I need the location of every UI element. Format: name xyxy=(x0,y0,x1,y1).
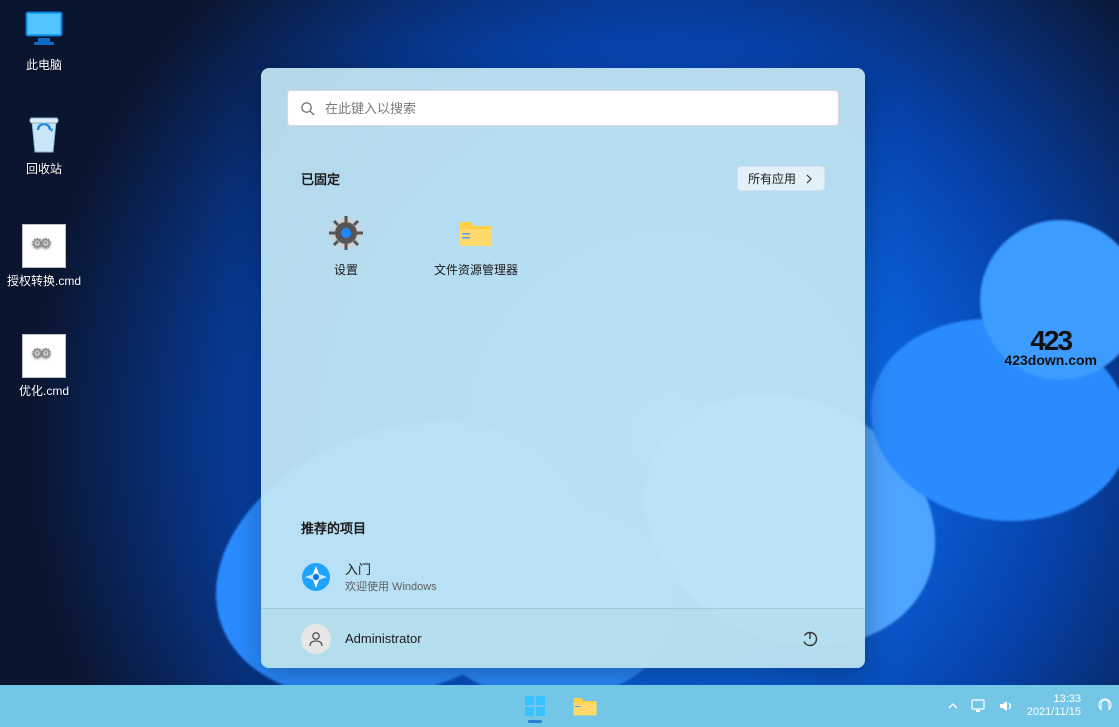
pinned-item-file-explorer[interactable]: 文件资源管理器 xyxy=(431,215,521,278)
search-box[interactable] xyxy=(287,90,839,126)
pinned-item-label: 设置 xyxy=(334,261,358,278)
taskbar-start-button[interactable] xyxy=(515,686,555,726)
desktop-icon-label: 授权转换.cmd xyxy=(7,272,81,289)
desktop-icon-label: 此电脑 xyxy=(26,56,62,73)
desktop-icon-cmd2[interactable]: 优化.cmd xyxy=(6,334,82,399)
all-apps-label: 所有应用 xyxy=(748,170,796,187)
tray-overflow-button[interactable] xyxy=(947,700,959,712)
desktop: 此电脑 回收站 授权转换.cmd 优化.cmd 423 423down.com … xyxy=(0,0,1119,727)
desktop-icon-label: 优化.cmd xyxy=(19,382,69,399)
watermark-line2: 423down.com xyxy=(1004,352,1097,368)
start-menu: 已固定 所有应用 设置 文件资源管理器 xyxy=(261,68,865,668)
recommended-header: 推荐的项目 xyxy=(301,518,825,537)
start-footer: Administrator xyxy=(261,608,865,668)
tray-network-button[interactable] xyxy=(971,699,987,713)
taskbar: 13:33 2021/11/15 xyxy=(0,685,1119,727)
desktop-icon-cmd1[interactable]: 授权转换.cmd xyxy=(6,224,82,289)
tray-volume-button[interactable] xyxy=(999,699,1015,713)
user-button[interactable]: Administrator xyxy=(301,624,422,654)
cmd-file-icon xyxy=(22,224,66,268)
cmd-file-icon xyxy=(22,334,66,378)
search-icon xyxy=(300,101,315,116)
time-text: 13:33 xyxy=(1027,693,1081,706)
tray-notifications-button[interactable] xyxy=(1097,698,1113,714)
taskbar-file-explorer[interactable] xyxy=(565,686,605,726)
taskbar-clock[interactable]: 13:33 2021/11/15 xyxy=(1027,693,1081,719)
recommended-item-get-started[interactable]: 入门 欢迎使用 Windows xyxy=(301,555,825,598)
recycle-bin-icon xyxy=(22,112,66,156)
user-name: Administrator xyxy=(345,631,422,646)
watermark-line1: 423 xyxy=(1004,330,1097,352)
user-avatar-icon xyxy=(301,624,331,654)
date-text: 2021/11/15 xyxy=(1027,706,1081,719)
compass-icon xyxy=(301,562,331,592)
desktop-icon-recycle-bin[interactable]: 回收站 xyxy=(6,112,82,177)
chevron-right-icon xyxy=(804,174,814,184)
folder-icon xyxy=(572,695,598,717)
network-icon xyxy=(971,699,987,713)
recommended-title: 入门 xyxy=(345,559,437,578)
volume-icon xyxy=(999,699,1015,713)
notifications-icon xyxy=(1097,698,1113,714)
desktop-icon-this-pc[interactable]: 此电脑 xyxy=(6,8,82,73)
pinned-item-label: 文件资源管理器 xyxy=(434,261,518,278)
settings-icon xyxy=(328,215,364,251)
windows-icon xyxy=(523,694,547,718)
pinned-item-settings[interactable]: 设置 xyxy=(301,215,391,278)
folder-icon xyxy=(458,215,494,251)
pinned-header: 已固定 xyxy=(301,169,340,188)
watermark: 423 423down.com xyxy=(1004,330,1097,368)
search-input[interactable] xyxy=(325,101,826,116)
recommended-subtitle: 欢迎使用 Windows xyxy=(345,578,437,594)
desktop-icon-label: 回收站 xyxy=(26,160,62,177)
monitor-icon xyxy=(22,8,66,52)
power-button[interactable] xyxy=(795,624,825,654)
all-apps-button[interactable]: 所有应用 xyxy=(737,166,825,191)
power-icon xyxy=(801,630,819,648)
chevron-up-icon xyxy=(947,700,959,712)
